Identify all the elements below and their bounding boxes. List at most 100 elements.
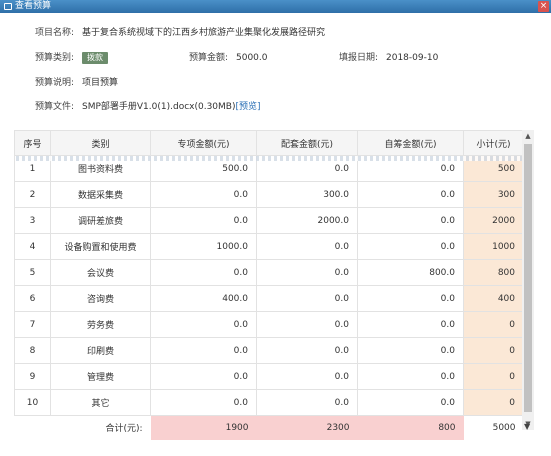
row-subtotal: 0 xyxy=(463,337,524,364)
row-category: 其它 xyxy=(50,389,151,416)
row-self: 0.0 xyxy=(357,285,464,312)
col-header-special: 专项金额(元) xyxy=(150,130,257,156)
project-name-value: 基于复合系统视域下的江西乡村旅游产业集聚化发展路径研究 xyxy=(82,28,326,38)
total-matching: 2300 xyxy=(256,415,358,440)
row-subtotal: 2000 xyxy=(463,207,524,234)
total-self: 800 xyxy=(357,415,464,440)
table-header-row: 序号 类别 专项金额(元) 配套金额(元) 自筹金额(元) 小计(元) xyxy=(14,130,524,156)
col-header-category: 类别 xyxy=(50,130,151,156)
budget-amount-value: 5000.0 xyxy=(236,53,268,63)
row-category: 设备购置和使用费 xyxy=(50,233,151,260)
window-titlebar: 查看预算 × xyxy=(0,0,551,13)
table-row: 2 数据采集费 0.0 300.0 0.0 300 xyxy=(14,181,524,208)
total-special: 1900 xyxy=(150,415,257,440)
budget-table: 序号 类别 专项金额(元) 配套金额(元) 自筹金额(元) 小计(元) 1 图书… xyxy=(14,130,524,440)
row-special: 0.0 xyxy=(150,337,257,364)
row-special: 0.0 xyxy=(150,259,257,286)
row-category: 数据采集费 xyxy=(50,181,151,208)
row-self: 0.0 xyxy=(357,311,464,338)
row-category: 咨询费 xyxy=(50,285,151,312)
row-seq: 4 xyxy=(14,233,51,260)
total-row: 合计(元): 1900 2300 800 5000 xyxy=(15,415,524,440)
table-row: 6 咨询费 400.0 0.0 0.0 400 xyxy=(14,285,524,312)
row-category: 管理费 xyxy=(50,363,151,390)
budget-file-name: SMP部署手册V1.0(1).docx(0.30MB) xyxy=(82,102,236,112)
table-row: 3 调研差旅费 0.0 2000.0 0.0 2000 xyxy=(14,207,524,234)
window-title: 查看预算 xyxy=(15,1,52,11)
row-matching: 2000.0 xyxy=(256,207,358,234)
chevron-down-icon[interactable]: ▼ xyxy=(524,422,530,431)
table-row: 9 管理费 0.0 0.0 0.0 0 xyxy=(14,363,524,390)
row-subtotal: 400 xyxy=(463,285,524,312)
row-category: 会议费 xyxy=(50,259,151,286)
row-self: 0.0 xyxy=(357,363,464,390)
row-subtotal: 0 xyxy=(463,363,524,390)
row-matching: 0.0 xyxy=(256,285,358,312)
row-self: 0.0 xyxy=(357,181,464,208)
report-date-value: 2018-09-10 xyxy=(386,53,439,63)
row-seq: 10 xyxy=(14,389,51,416)
row-seq: 6 xyxy=(14,285,51,312)
report-date-label: 填报日期: xyxy=(338,53,378,63)
table-row: 8 印刷费 0.0 0.0 0.0 0 xyxy=(14,337,524,364)
row-matching: 0.0 xyxy=(256,233,358,260)
row-subtotal: 1000 xyxy=(463,233,524,260)
row-seq: 8 xyxy=(14,337,51,364)
total-subtotal: 5000 xyxy=(463,415,524,440)
row-special: 1000.0 xyxy=(150,233,257,260)
table-scrollbar[interactable]: ▲ ▼ xyxy=(522,130,534,430)
row-special: 0.0 xyxy=(150,207,257,234)
row-subtotal: 0 xyxy=(463,389,524,416)
total-label: 合计(元): xyxy=(105,424,143,435)
row-seq: 2 xyxy=(14,181,51,208)
row-seq: 9 xyxy=(14,363,51,390)
row-self: 0.0 xyxy=(357,389,464,416)
row-matching: 0.0 xyxy=(256,259,358,286)
table-row: 10 其它 0.0 0.0 0.0 0 xyxy=(14,389,524,416)
row-special: 0.0 xyxy=(150,363,257,390)
row-matching: 0.0 xyxy=(256,363,358,390)
row-matching: 0.0 xyxy=(256,337,358,364)
row-category: 劳务费 xyxy=(50,311,151,338)
row-seq: 3 xyxy=(14,207,51,234)
budget-desc-value: 项目预算 xyxy=(82,78,119,88)
row-self: 0.0 xyxy=(357,207,464,234)
row-self: 0.0 xyxy=(357,337,464,364)
budget-type-label: 预算类别: xyxy=(34,53,74,63)
table-row: 5 会议费 0.0 0.0 800.0 800 xyxy=(14,259,524,286)
preview-link[interactable]: [预览] xyxy=(235,102,260,112)
row-special: 0.0 xyxy=(150,181,257,208)
col-header-subtotal: 小计(元) xyxy=(463,130,524,156)
row-subtotal: 300 xyxy=(463,181,524,208)
row-category: 调研差旅费 xyxy=(50,207,151,234)
row-seq: 7 xyxy=(14,311,51,338)
scroll-up-icon[interactable]: ▲ xyxy=(522,130,534,142)
table-row: 4 设备购置和使用费 1000.0 0.0 0.0 1000 xyxy=(14,233,524,260)
project-name-label: 项目名称: xyxy=(34,28,74,38)
close-icon[interactable]: × xyxy=(538,1,549,12)
col-header-seq: 序号 xyxy=(14,130,51,156)
row-subtotal: 800 xyxy=(463,259,524,286)
col-header-self: 自筹金额(元) xyxy=(357,130,464,156)
row-divider-dashes xyxy=(16,156,522,161)
row-matching: 0.0 xyxy=(256,389,358,416)
row-special: 400.0 xyxy=(150,285,257,312)
budget-type-badge: 拨款 xyxy=(82,52,108,64)
col-header-matching: 配套金额(元) xyxy=(256,130,358,156)
table-row: 7 劳务费 0.0 0.0 0.0 0 xyxy=(14,311,524,338)
row-special: 0.0 xyxy=(150,311,257,338)
row-special: 0.0 xyxy=(150,389,257,416)
budget-amount-label: 预算金额: xyxy=(188,53,228,63)
row-self: 800.0 xyxy=(357,259,464,286)
row-matching: 300.0 xyxy=(256,181,358,208)
row-category: 印刷费 xyxy=(50,337,151,364)
row-matching: 0.0 xyxy=(256,311,358,338)
scrollbar-thumb[interactable] xyxy=(524,144,532,412)
row-seq: 5 xyxy=(14,259,51,286)
budget-desc-label: 预算说明: xyxy=(34,78,74,88)
window-icon xyxy=(4,3,12,10)
row-subtotal: 0 xyxy=(463,311,524,338)
budget-file-label: 预算文件: xyxy=(34,102,74,112)
row-self: 0.0 xyxy=(357,233,464,260)
budget-table-container: 序号 类别 专项金额(元) 配套金额(元) 自筹金额(元) 小计(元) 1 图书… xyxy=(14,130,536,442)
